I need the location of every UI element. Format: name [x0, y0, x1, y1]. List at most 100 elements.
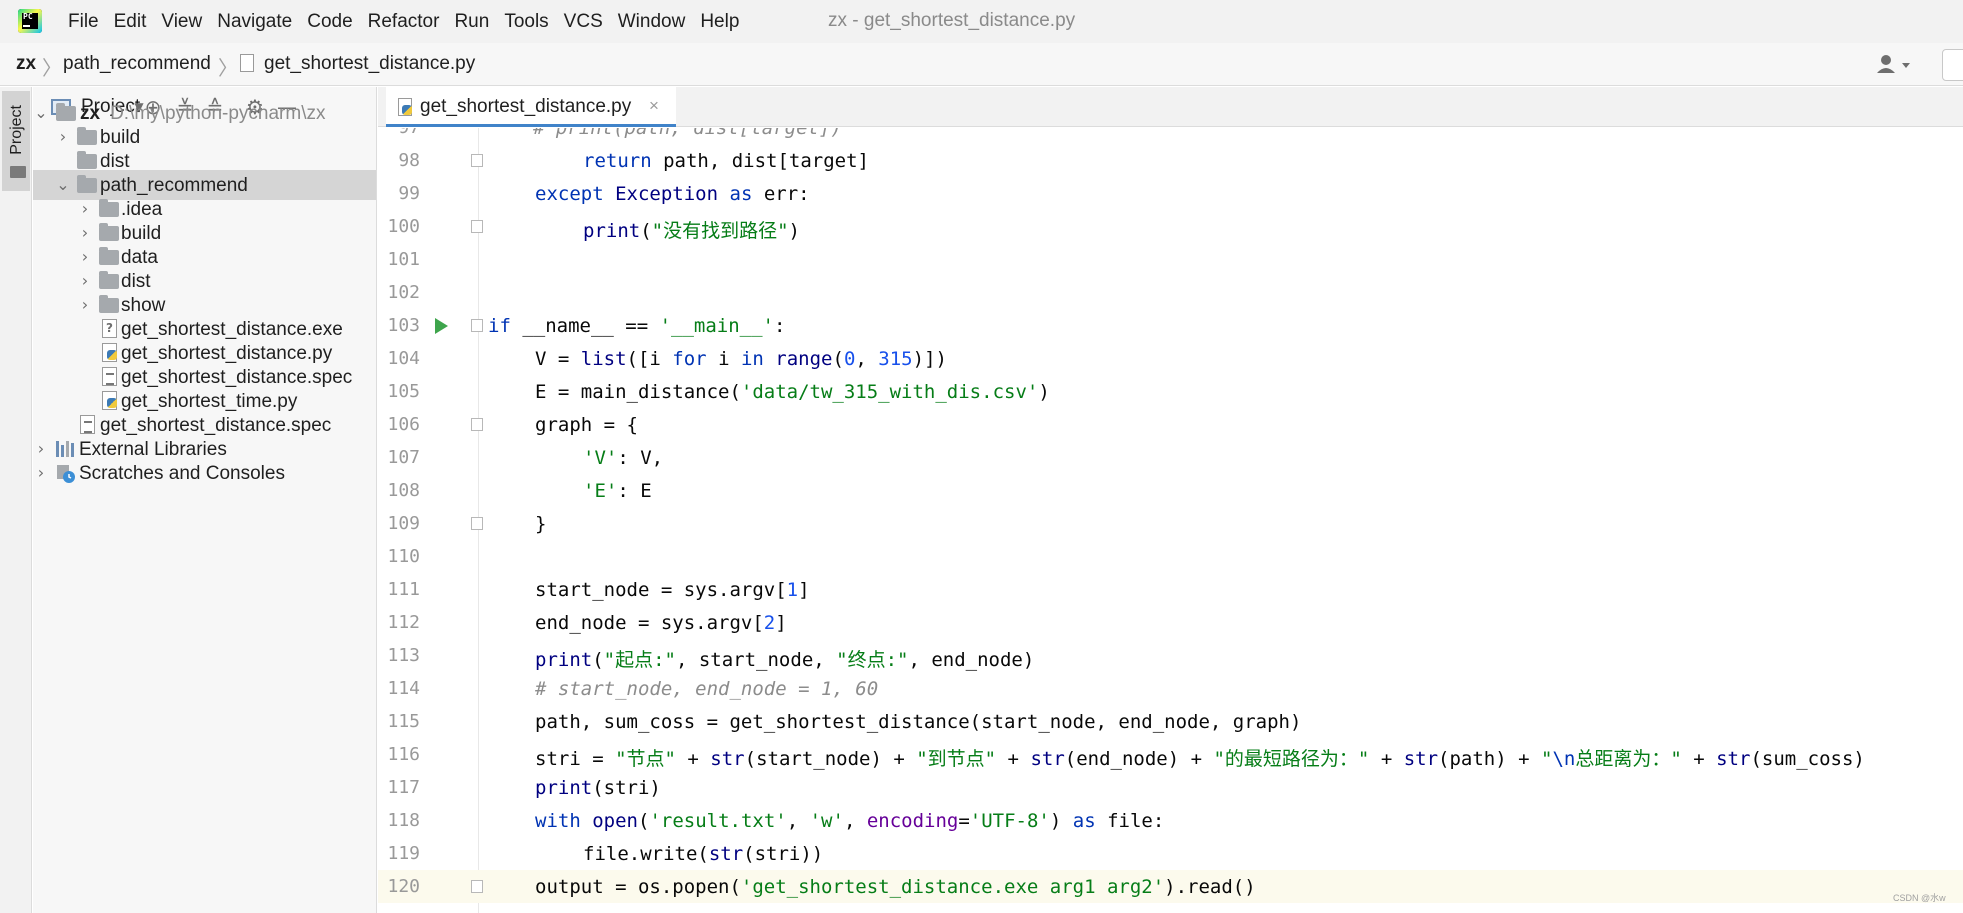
code-line[interactable]: 119 file.write(str(stri)): [378, 837, 1963, 870]
code-line[interactable]: 108 'E': E: [378, 474, 1963, 507]
code-text: output = os.popen('get_shortest_distance…: [535, 876, 1256, 898]
fold-marker-icon[interactable]: [471, 880, 483, 893]
code-line[interactable]: 97 # print(path, dist[target]): [378, 128, 1963, 144]
chevron-right-icon[interactable]: ›: [33, 439, 49, 458]
breadcrumb-folder[interactable]: path_recommend: [63, 53, 211, 75]
left-tool-strip: Project: [0, 87, 32, 913]
pycharm-logo-icon: PC: [18, 9, 42, 33]
line-number: 108: [387, 480, 420, 501]
line-number: 107: [387, 447, 420, 468]
tab-label: get_shortest_distance.py: [420, 96, 632, 117]
code-line[interactable]: 116 stri = "节点" + str(start_node) + "到节点…: [378, 738, 1963, 771]
line-number: 98: [398, 150, 420, 171]
code-line[interactable]: 111 start_node = sys.argv[1]: [378, 573, 1963, 606]
run-gutter-icon[interactable]: [435, 318, 448, 334]
fold-marker-icon[interactable]: [471, 517, 483, 530]
code-line[interactable]: 110: [378, 540, 1963, 573]
fold-marker-icon[interactable]: [471, 319, 483, 332]
folder-icon: [56, 103, 76, 121]
menu-edit[interactable]: Edit: [114, 11, 147, 33]
close-icon[interactable]: ×: [649, 96, 659, 116]
line-number: 102: [387, 282, 420, 303]
folder-icon: [99, 199, 119, 217]
menu-vcs[interactable]: VCS: [564, 11, 603, 33]
fold-marker-icon[interactable]: [471, 418, 483, 431]
menu-window[interactable]: Window: [618, 11, 686, 33]
menu-tools[interactable]: Tools: [504, 11, 548, 33]
code-text: 'V': V,: [583, 447, 664, 469]
line-number: 119: [387, 843, 420, 864]
menu-file[interactable]: File: [68, 11, 99, 33]
line-number: 109: [387, 513, 420, 534]
code-line[interactable]: 105 E = main_distance('data/tw_315_with_…: [378, 375, 1963, 408]
line-number: 118: [387, 810, 420, 831]
tree-item-scratches[interactable]: › Scratches and Consoles: [33, 458, 376, 488]
code-line[interactable]: 99 except Exception as err:: [378, 177, 1963, 210]
code-text: # start_node, end_node = 1, 60: [535, 678, 879, 700]
user-account-icon[interactable]: [1876, 53, 1916, 77]
code-text: print("起点:", start_node, "终点:", end_node…: [535, 649, 1035, 671]
menu-view[interactable]: View: [161, 11, 202, 33]
code-line-current[interactable]: 120 output = os.popen('get_shortest_dist…: [378, 870, 1963, 903]
code-line[interactable]: 109 }: [378, 507, 1963, 540]
code-line[interactable]: 107 'V': V,: [378, 441, 1963, 474]
code-text: E = main_distance('data/tw_315_with_dis.…: [535, 381, 1050, 403]
tab-get-shortest-distance[interactable]: get_shortest_distance.py ×: [386, 87, 676, 127]
python-file-icon: [240, 54, 254, 72]
code-text: path, sum_coss = get_shortest_distance(s…: [535, 711, 1302, 733]
search-field[interactable]: [1942, 49, 1963, 81]
menu-navigate[interactable]: Navigate: [217, 11, 292, 33]
code-line[interactable]: 113 print("起点:", start_node, "终点:", end_…: [378, 639, 1963, 672]
code-text: print("没有找到路径"): [583, 220, 800, 242]
fold-marker-icon[interactable]: [471, 220, 483, 233]
code-line[interactable]: 101: [378, 243, 1963, 276]
code-line[interactable]: 106 graph = {: [378, 408, 1963, 441]
breadcrumb-project[interactable]: zx: [16, 53, 36, 75]
window-title: zx - get_shortest_distance.py: [828, 10, 1076, 31]
folder-icon: [77, 127, 97, 145]
code-line[interactable]: 115 path, sum_coss = get_shortest_distan…: [378, 705, 1963, 738]
code-line[interactable]: 112 end_node = sys.argv[2]: [378, 606, 1963, 639]
chevron-down-icon[interactable]: ⌄: [33, 103, 49, 122]
folder-icon: [99, 247, 119, 265]
code-text: graph = {: [535, 414, 638, 436]
line-number: 110: [387, 546, 420, 567]
code-text: file.write(str(stri)): [583, 843, 824, 865]
line-number: 117: [387, 777, 420, 798]
code-line[interactable]: 98 return path, dist[target]: [378, 144, 1963, 177]
menu-help[interactable]: Help: [700, 11, 739, 33]
tool-window-project-button[interactable]: Project: [2, 91, 30, 191]
chevron-down-icon[interactable]: ⌄: [55, 175, 71, 194]
chevron-right-icon[interactable]: ›: [77, 199, 93, 218]
line-number: 101: [387, 249, 420, 270]
chevron-right-icon[interactable]: ›: [55, 127, 71, 146]
folder-icon: [77, 151, 97, 169]
chevron-right-icon[interactable]: ›: [77, 247, 93, 266]
menu-run[interactable]: Run: [454, 11, 489, 33]
code-text: end_node = sys.argv[2]: [535, 612, 787, 634]
chevron-right-icon[interactable]: ›: [77, 223, 93, 242]
python-file-icon: [398, 98, 412, 116]
text-file-icon: [80, 415, 95, 434]
fold-marker-icon[interactable]: [471, 154, 483, 167]
folder-icon: [10, 166, 26, 178]
code-text: with open('result.txt', 'w', encoding='U…: [535, 810, 1165, 832]
code-line[interactable]: 102: [378, 276, 1963, 309]
code-text: stri = "节点" + str(start_node) + "到节点" + …: [535, 748, 1865, 770]
menu-refactor[interactable]: Refactor: [368, 11, 440, 33]
code-line[interactable]: 104 V = list([i for i in range(0, 315)]): [378, 342, 1963, 375]
menu-code[interactable]: Code: [307, 11, 352, 33]
line-number: 116: [387, 744, 420, 765]
code-line[interactable]: 118 with open('result.txt', 'w', encodin…: [378, 804, 1963, 837]
chevron-right-icon[interactable]: ›: [77, 295, 93, 314]
chevron-right-icon[interactable]: ›: [33, 463, 49, 482]
code-line[interactable]: 117 print(stri): [378, 771, 1963, 804]
code-editor[interactable]: 97 # print(path, dist[target]) 98 return…: [378, 128, 1963, 913]
project-path: D:\my\python-pycharm\zx: [110, 103, 326, 124]
code-text: start_node = sys.argv[1]: [535, 579, 810, 601]
code-line[interactable]: 114 # start_node, end_node = 1, 60: [378, 672, 1963, 705]
code-line[interactable]: 100 print("没有找到路径"): [378, 210, 1963, 243]
breadcrumb-file[interactable]: get_shortest_distance.py: [264, 53, 475, 75]
chevron-right-icon[interactable]: ›: [77, 271, 93, 290]
code-line[interactable]: 103 if __name__ == '__main__':: [378, 309, 1963, 342]
